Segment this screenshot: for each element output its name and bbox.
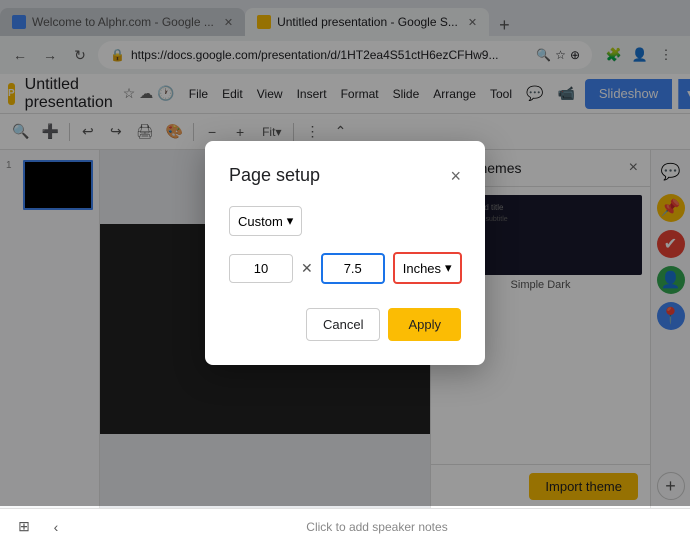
dimensions-row: ✕ Inches ▾ xyxy=(229,252,461,284)
page-setup-modal: Page setup × Custom ▾ ✕ Inches ▾ Cancel … xyxy=(205,141,485,365)
modal-actions: Cancel Apply xyxy=(229,308,461,341)
grid-view-icon[interactable]: ⊞ xyxy=(12,514,36,540)
modal-overlay[interactable]: Page setup × Custom ▾ ✕ Inches ▾ Cancel … xyxy=(0,0,690,506)
height-input[interactable] xyxy=(321,253,385,284)
preset-select[interactable]: Custom ▾ xyxy=(229,206,302,236)
bottom-left: ⊞ ‹ xyxy=(12,514,68,540)
dimension-x-separator: ✕ xyxy=(301,260,313,277)
cancel-button[interactable]: Cancel xyxy=(306,308,380,341)
modal-title: Page setup xyxy=(229,165,320,186)
width-input[interactable] xyxy=(229,254,293,283)
apply-button[interactable]: Apply xyxy=(388,308,461,341)
modal-header: Page setup × xyxy=(229,165,461,186)
modal-close-button[interactable]: × xyxy=(450,167,461,185)
bottom-bar: ⊞ ‹ Click to add speaker notes xyxy=(0,508,690,544)
preset-label: Custom xyxy=(238,214,283,229)
preset-row: Custom ▾ xyxy=(229,206,461,236)
unit-label: Inches xyxy=(403,261,441,276)
collapse-icon[interactable]: ‹ xyxy=(44,514,68,540)
bottom-center[interactable]: Click to add speaker notes xyxy=(76,520,678,534)
preset-dropdown-icon: ▾ xyxy=(287,213,294,229)
unit-select[interactable]: Inches ▾ xyxy=(393,252,462,284)
speaker-notes-placeholder[interactable]: Click to add speaker notes xyxy=(306,520,447,534)
unit-dropdown-icon: ▾ xyxy=(445,260,452,276)
